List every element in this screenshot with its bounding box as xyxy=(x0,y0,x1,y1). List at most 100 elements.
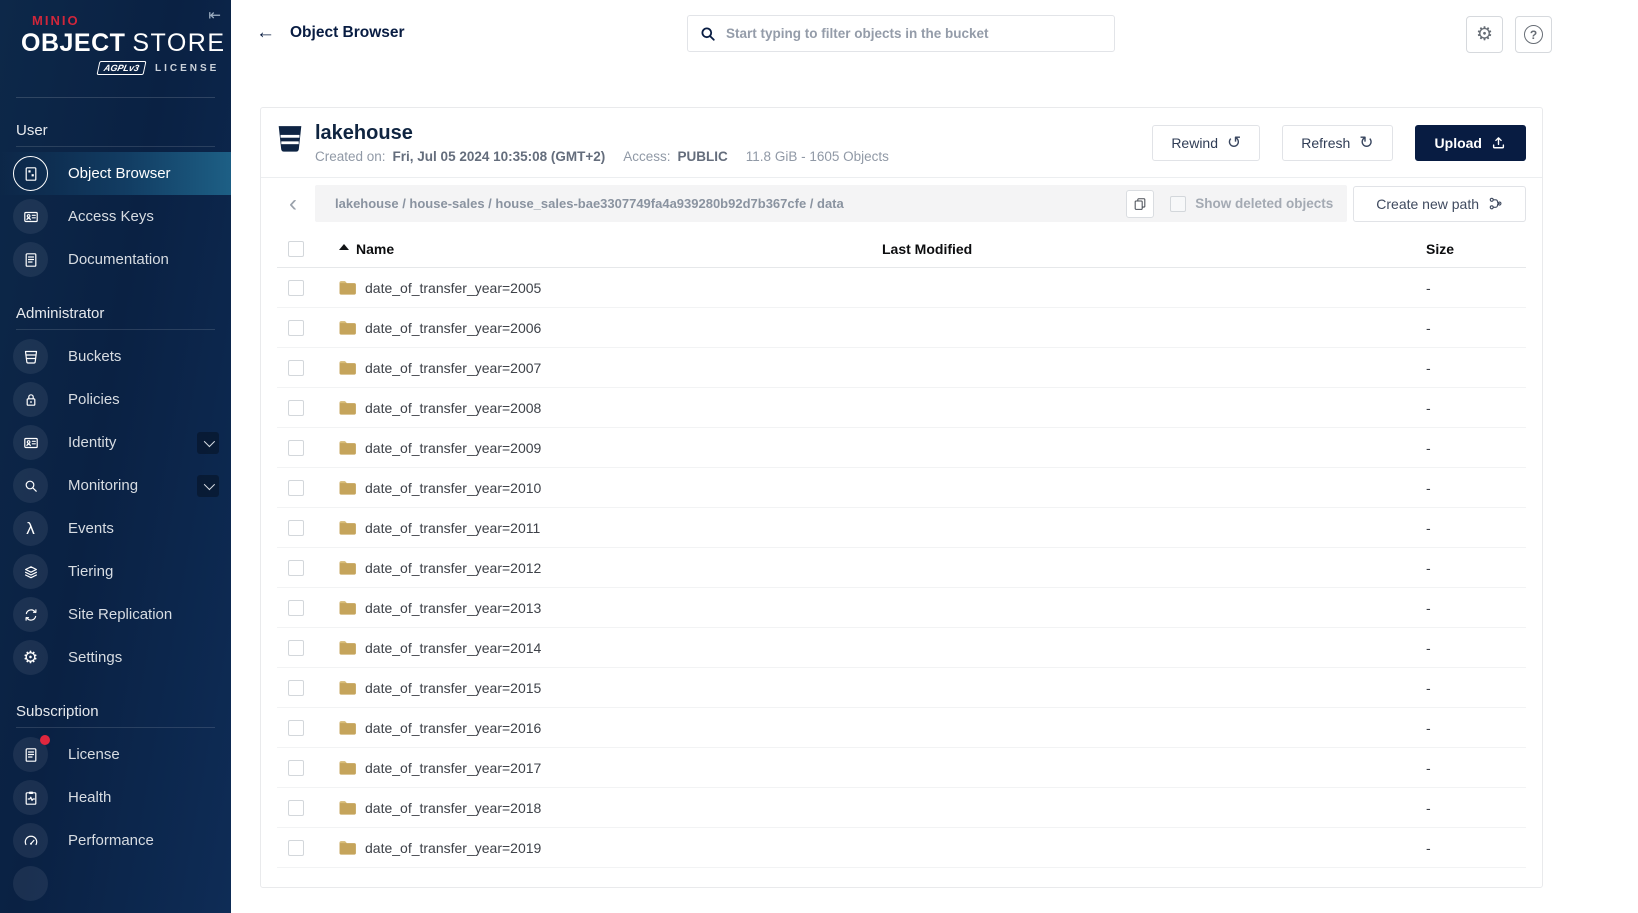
object-name[interactable]: date_of_transfer_year=2017 xyxy=(365,760,541,776)
column-header-name[interactable]: Name xyxy=(325,241,874,257)
row-checkbox[interactable] xyxy=(288,840,304,856)
object-name[interactable]: date_of_transfer_year=2006 xyxy=(365,320,541,336)
row-checkbox[interactable] xyxy=(288,520,304,536)
object-name[interactable]: date_of_transfer_year=2007 xyxy=(365,360,541,376)
table-row[interactable]: date_of_transfer_year=2007 - xyxy=(277,348,1526,388)
table-row[interactable]: date_of_transfer_year=2011 - xyxy=(277,508,1526,548)
bucket-browser-card: lakehouse Created on: Fri, Jul 05 2024 1… xyxy=(260,107,1543,888)
chevron-down-icon[interactable] xyxy=(197,475,219,497)
settings-button[interactable]: ⚙ xyxy=(1466,16,1503,53)
rewind-label: Rewind xyxy=(1171,135,1218,151)
column-header-modified[interactable]: Last Modified xyxy=(874,241,1418,257)
object-browser-icon xyxy=(13,156,48,191)
table-row[interactable]: date_of_transfer_year=2009 - xyxy=(277,428,1526,468)
sidebar-item-monitoring[interactable]: Monitoring xyxy=(0,464,231,507)
sidebar-item-policies[interactable]: Policies xyxy=(0,378,231,421)
table-row[interactable]: date_of_transfer_year=2012 - xyxy=(277,548,1526,588)
row-checkbox[interactable] xyxy=(288,440,304,456)
folder-icon xyxy=(339,760,356,775)
sidebar-item-label: Health xyxy=(68,789,111,806)
object-name[interactable]: date_of_transfer_year=2005 xyxy=(365,280,541,296)
sidebar-item-buckets[interactable]: Buckets xyxy=(0,335,231,378)
table-row[interactable]: date_of_transfer_year=2014 - xyxy=(277,628,1526,668)
table-row[interactable]: date_of_transfer_year=2010 - xyxy=(277,468,1526,508)
object-name[interactable]: date_of_transfer_year=2016 xyxy=(365,720,541,736)
object-name[interactable]: date_of_transfer_year=2018 xyxy=(365,800,541,816)
table-row[interactable]: date_of_transfer_year=2018 - xyxy=(277,788,1526,828)
sidebar-item-health[interactable]: Health xyxy=(0,776,231,819)
table-row[interactable]: date_of_transfer_year=2006 - xyxy=(277,308,1526,348)
row-checkbox[interactable] xyxy=(288,600,304,616)
sidebar-item-access-keys[interactable]: Access Keys xyxy=(0,195,231,238)
back-navigation[interactable]: ← Object Browser xyxy=(256,22,405,44)
row-checkbox[interactable] xyxy=(288,480,304,496)
row-checkbox[interactable] xyxy=(288,360,304,376)
table-row[interactable]: date_of_transfer_year=2013 - xyxy=(277,588,1526,628)
sidebar-item-tiering[interactable]: Tiering xyxy=(0,550,231,593)
table-row[interactable]: date_of_transfer_year=2019 - xyxy=(277,828,1526,868)
object-size: - xyxy=(1418,360,1526,376)
sidebar-item-license[interactable]: License xyxy=(0,733,231,776)
folder-icon xyxy=(339,720,356,735)
collapse-sidebar-icon[interactable]: ⇤ xyxy=(208,6,221,24)
chevron-down-icon[interactable] xyxy=(197,432,219,454)
create-path-label: Create new path xyxy=(1376,196,1479,212)
object-size: - xyxy=(1418,840,1526,856)
breadcrumb[interactable]: lakehouse / house-sales / house_sales-ba… xyxy=(335,196,1110,211)
create-new-path-button[interactable]: Create new path xyxy=(1353,186,1526,222)
access-value[interactable]: PUBLIC xyxy=(678,149,728,164)
copy-path-button[interactable] xyxy=(1126,190,1154,218)
show-deleted-checkbox[interactable] xyxy=(1170,196,1186,212)
product-wordmark: OBJECT STORE xyxy=(21,29,231,58)
row-checkbox[interactable] xyxy=(288,800,304,816)
navigate-up-icon[interactable]: ‹ xyxy=(277,185,309,222)
back-arrow-icon[interactable]: ← xyxy=(256,22,275,44)
table-header: Name Last Modified Size xyxy=(277,230,1526,268)
object-name[interactable]: date_of_transfer_year=2008 xyxy=(365,400,541,416)
sidebar-item-site-replication[interactable]: Site Replication xyxy=(0,593,231,636)
object-name[interactable]: date_of_transfer_year=2009 xyxy=(365,440,541,456)
sidebar-item-documentation[interactable]: Documentation xyxy=(0,238,231,281)
table-row[interactable]: date_of_transfer_year=2017 - xyxy=(277,748,1526,788)
row-checkbox[interactable] xyxy=(288,280,304,296)
minio-wordmark: MINIO xyxy=(32,13,231,28)
object-name[interactable]: date_of_transfer_year=2014 xyxy=(365,640,541,656)
object-name[interactable]: date_of_transfer_year=2019 xyxy=(365,840,541,856)
row-checkbox[interactable] xyxy=(288,640,304,656)
table-row[interactable]: date_of_transfer_year=2016 - xyxy=(277,708,1526,748)
table-row[interactable]: date_of_transfer_year=2008 - xyxy=(277,388,1526,428)
partial-icon xyxy=(13,866,48,901)
license-label: LICENSE xyxy=(155,63,219,74)
column-header-size[interactable]: Size xyxy=(1418,241,1526,257)
refresh-button[interactable]: Refresh ↻ xyxy=(1282,125,1392,161)
upload-button[interactable]: Upload xyxy=(1415,125,1526,161)
select-all-checkbox[interactable] xyxy=(288,241,304,257)
object-name[interactable]: date_of_transfer_year=2012 xyxy=(365,560,541,576)
divider xyxy=(16,727,215,728)
row-checkbox[interactable] xyxy=(288,560,304,576)
sidebar-item-events[interactable]: λ Events xyxy=(0,507,231,550)
row-checkbox[interactable] xyxy=(288,720,304,736)
object-name[interactable]: date_of_transfer_year=2015 xyxy=(365,680,541,696)
table-row[interactable]: date_of_transfer_year=2015 - xyxy=(277,668,1526,708)
object-name[interactable]: date_of_transfer_year=2013 xyxy=(365,600,541,616)
row-checkbox[interactable] xyxy=(288,680,304,696)
sidebar-item-settings[interactable]: ⚙ Settings xyxy=(0,636,231,679)
table-row[interactable]: date_of_transfer_year=2005 - xyxy=(277,268,1526,308)
sidebar: MINIO OBJECT STORE AGPLv3 LICENSE ⇤ User… xyxy=(0,0,231,913)
alert-dot xyxy=(40,735,50,745)
row-checkbox[interactable] xyxy=(288,760,304,776)
sidebar-item-object-browser[interactable]: Object Browser xyxy=(0,152,231,195)
help-button[interactable]: ? xyxy=(1515,16,1552,53)
row-checkbox[interactable] xyxy=(288,400,304,416)
folder-icon xyxy=(339,600,356,615)
show-deleted-label: Show deleted objects xyxy=(1195,196,1333,211)
rewind-button[interactable]: Rewind ↺ xyxy=(1152,125,1260,161)
search-input[interactable] xyxy=(726,26,1102,41)
row-checkbox[interactable] xyxy=(288,320,304,336)
sidebar-item-identity[interactable]: Identity xyxy=(0,421,231,464)
object-name[interactable]: date_of_transfer_year=2011 xyxy=(365,520,540,536)
object-name[interactable]: date_of_transfer_year=2010 xyxy=(365,480,541,496)
sidebar-item-performance[interactable]: Performance xyxy=(0,819,231,862)
sidebar-item-label: Identity xyxy=(68,434,116,451)
